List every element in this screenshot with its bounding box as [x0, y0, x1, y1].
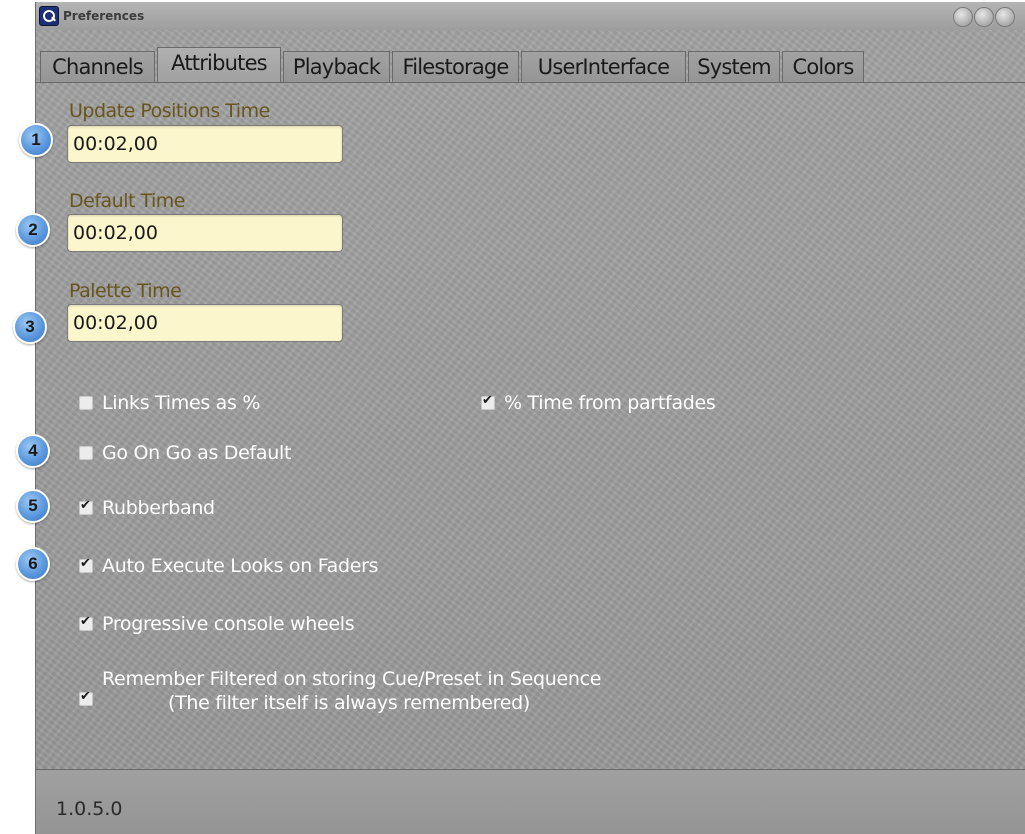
close-button[interactable]: [995, 7, 1015, 27]
check-mark-icon: ✔: [80, 614, 91, 629]
rubberband-label: Rubberband: [102, 497, 215, 519]
window-title: Preferences: [63, 9, 145, 23]
tab-system[interactable]: System: [688, 51, 780, 83]
rubberband-checkbox[interactable]: ✔: [79, 498, 93, 515]
palette-time-input[interactable]: [67, 304, 343, 342]
go-on-go-label: Go On Go as Default: [102, 442, 292, 464]
progressive-wheels-checkbox[interactable]: ✔: [79, 614, 93, 631]
check-mark-icon: ✔: [482, 393, 493, 408]
links-times-checkbox[interactable]: [79, 396, 93, 410]
links-times-label: Links Times as %: [102, 392, 261, 414]
auto-execute-checkbox[interactable]: ✔: [79, 556, 93, 573]
time-from-partfades-label: % Time from partfades: [504, 392, 716, 414]
callout-marker-2: 2: [16, 213, 50, 247]
callout-marker-4: 4: [16, 434, 50, 468]
tab-filestorage[interactable]: Filestorage: [392, 51, 519, 83]
remember-filtered-note: (The filter itself is always remembered): [168, 692, 530, 714]
maximize-button[interactable]: [974, 7, 994, 27]
progressive-wheels-label: Progressive console wheels: [102, 613, 355, 635]
tab-colors[interactable]: Colors: [782, 51, 864, 83]
status-bar: 1.0.5.0: [36, 769, 1025, 834]
remember-filtered-checkbox[interactable]: ✔: [79, 689, 93, 706]
title-bar[interactable]: Preferences: [36, 2, 1025, 30]
tab-playback[interactable]: Playback: [283, 51, 390, 83]
callout-marker-6: 6: [16, 547, 50, 581]
tab-divider: [36, 82, 1025, 83]
palette-time-label: Palette Time: [69, 280, 182, 302]
tab-attributes[interactable]: Attributes: [157, 47, 281, 83]
preferences-window: Preferences Channels Attributes Playback…: [35, 2, 1025, 834]
check-mark-icon: ✔: [80, 498, 91, 513]
minimize-button[interactable]: [953, 7, 973, 27]
go-on-go-checkbox[interactable]: [79, 446, 93, 460]
app-logo-icon: [39, 6, 59, 26]
auto-execute-label: Auto Execute Looks on Faders: [102, 555, 379, 577]
update-positions-time-input[interactable]: [67, 125, 343, 163]
update-positions-time-label: Update Positions Time: [69, 100, 270, 122]
time-from-partfades-checkbox[interactable]: ✔: [481, 393, 495, 410]
default-time-label: Default Time: [69, 190, 185, 212]
check-mark-icon: ✔: [80, 556, 91, 571]
version-label: 1.0.5.0: [56, 798, 123, 820]
callout-marker-3: 3: [13, 310, 47, 344]
check-mark-icon: ✔: [80, 689, 91, 704]
callout-marker-1: 1: [19, 123, 53, 157]
tab-channels[interactable]: Channels: [40, 51, 155, 83]
default-time-input[interactable]: [67, 214, 343, 252]
remember-filtered-label: Remember Filtered on storing Cue/Preset …: [102, 668, 602, 690]
tab-userinterface[interactable]: UserInterface: [521, 51, 686, 83]
callout-marker-5: 5: [16, 489, 50, 523]
